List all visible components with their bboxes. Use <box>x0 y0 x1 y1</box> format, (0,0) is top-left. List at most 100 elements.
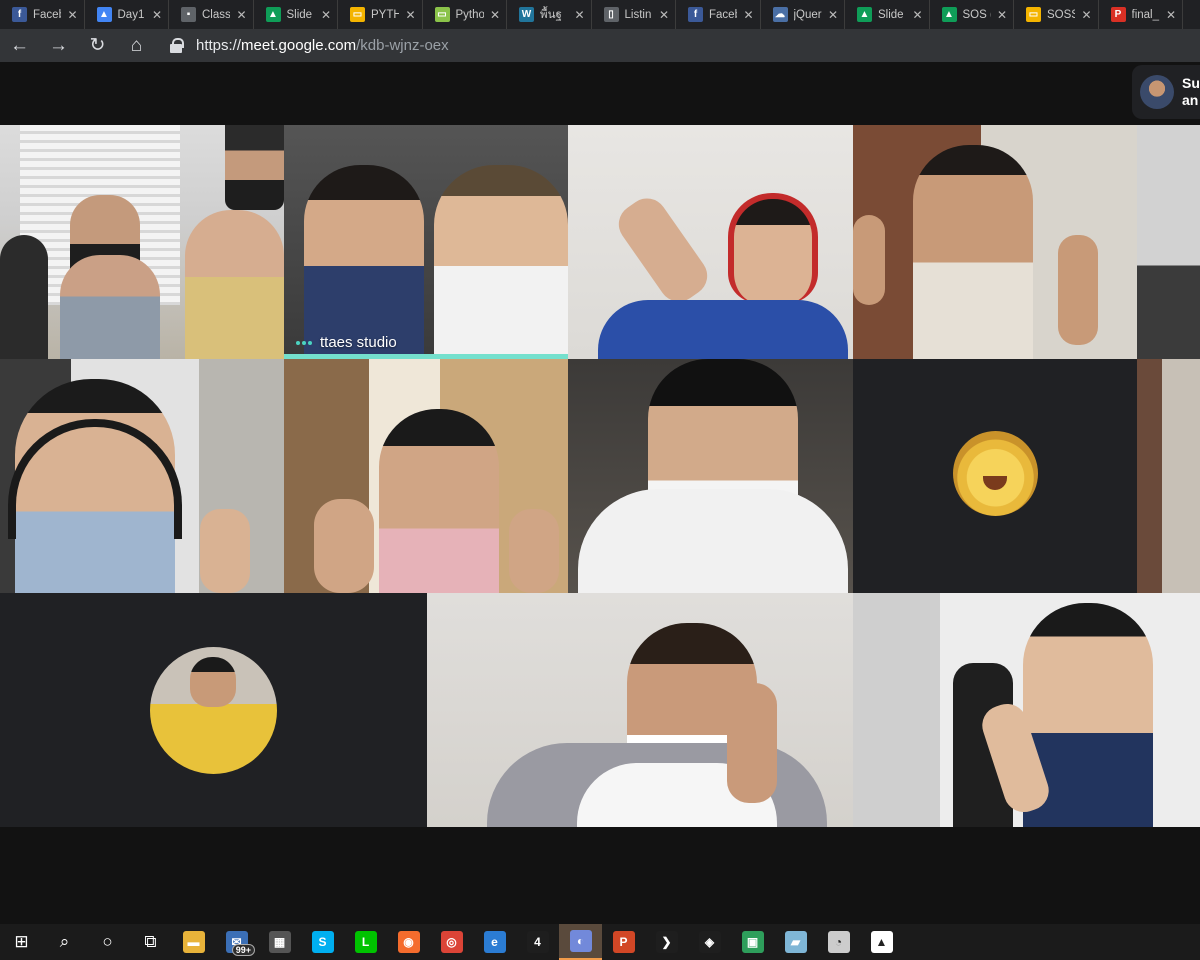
browser-tab[interactable]: ▲ Slide ✕ <box>845 0 930 29</box>
video-tile-3[interactable] <box>568 125 853 359</box>
pdf-icon: P <box>1110 7 1126 22</box>
browser-tab[interactable]: W พื้นฐ ✕ <box>507 0 592 29</box>
taskbar-button[interactable]: ❯ <box>645 924 688 960</box>
browser-tab[interactable]: f Faceb ✕ <box>0 0 85 29</box>
video-tile-7[interactable] <box>284 359 568 593</box>
taskbar-button[interactable]: ⊞ <box>0 924 43 960</box>
facebook-icon: f <box>688 7 703 22</box>
taskbar-button[interactable]: L <box>344 924 387 960</box>
close-tab-icon[interactable]: ✕ <box>1166 8 1176 22</box>
close-tab-icon[interactable]: ✕ <box>743 8 753 22</box>
taskbar-button[interactable]: ▰ <box>774 924 817 960</box>
store-icon: ▦ <box>268 931 291 953</box>
browser-tab[interactable]: ▭ PYTH ✕ <box>338 0 423 29</box>
taskbar-button[interactable]: S <box>301 924 344 960</box>
browser-tab[interactable]: ▲ SOS (✕ <box>930 0 1014 29</box>
tab-title: SOS ( <box>962 8 991 21</box>
cloud-icon: ☁ <box>772 7 788 22</box>
close-tab-icon[interactable]: ✕ <box>574 8 584 22</box>
video-tile-2[interactable]: ttaes studio <box>284 125 568 359</box>
tab-title: Pytho <box>455 8 484 21</box>
video-tile-9-avatar[interactable] <box>853 359 1137 593</box>
taskbar-button[interactable]: ◉ <box>387 924 430 960</box>
participant-figure <box>509 509 559 593</box>
pikachu-face <box>983 476 1007 490</box>
tab-title: Class <box>202 8 231 21</box>
video-tile-1[interactable] <box>0 125 284 359</box>
taskbar-button[interactable]: ⌕ <box>43 924 86 960</box>
taskbar-button[interactable]: P <box>602 924 645 960</box>
video-tile-10-partial[interactable] <box>1137 359 1200 593</box>
close-tab-icon[interactable]: ✕ <box>1081 8 1091 22</box>
address-bar[interactable]: https://meet.google.com/kdb-wjnz-oex <box>196 37 449 54</box>
drive-icon: ▲ <box>265 7 281 22</box>
home-button[interactable]: ⌂ <box>117 29 156 62</box>
taskbar-button[interactable]: e <box>473 924 516 960</box>
url-path: /kdb-wjnz-oex <box>356 37 449 54</box>
browser-tab[interactable]: ☁ jQuer ✕ <box>761 0 845 29</box>
participant-figure <box>0 235 48 359</box>
close-tab-icon[interactable]: ✕ <box>67 8 77 22</box>
browser-tab[interactable]: ▲ Day1 ✕ <box>85 0 169 29</box>
back-arrow-icon: ← <box>10 34 29 56</box>
app-4-icon: 4 <box>526 931 549 953</box>
line-icon: L <box>354 931 377 953</box>
audio-level-icon <box>296 340 312 345</box>
close-tab-icon[interactable]: ✕ <box>490 8 500 22</box>
taskbar-button[interactable]: ○ <box>86 924 129 960</box>
browser-tab[interactable]: ▲ Slide ✕ <box>254 0 338 29</box>
video-tile-5-partial[interactable] <box>1137 125 1200 359</box>
powerpoint-icon: P <box>612 931 635 953</box>
video-tile-11-avatar[interactable] <box>0 593 427 827</box>
forward-button[interactable]: → <box>39 29 78 62</box>
participant-figure <box>913 145 1033 359</box>
participant-name-label: ttaes studio <box>296 334 397 351</box>
search-icon: ⌕ <box>59 932 70 951</box>
taskbar-button[interactable]: ◎ <box>430 924 473 960</box>
taskbar-button[interactable]: ▦ <box>258 924 301 960</box>
presenter-chip[interactable]: Su an <box>1132 65 1200 119</box>
close-tab-icon[interactable]: ✕ <box>405 8 415 22</box>
tab-title: Day1 <box>117 8 145 21</box>
taskbar-button[interactable]: ▣ <box>731 924 774 960</box>
taskbar-button[interactable]: ⧉ <box>129 924 172 960</box>
garena-icon: ◈ <box>698 931 721 953</box>
video-tile-12[interactable] <box>427 593 853 827</box>
taskbar-button[interactable]: ◈ <box>688 924 731 960</box>
browser-tab[interactable]: Pfinal_ ✕ <box>1099 0 1183 29</box>
reload-icon: ↻ <box>89 35 106 56</box>
close-tab-icon[interactable]: ✕ <box>828 8 838 22</box>
browser-tab[interactable]: ▭ SOSS ✕ <box>1014 0 1099 29</box>
close-tab-icon[interactable]: ✕ <box>321 8 331 22</box>
video-tile-4[interactable] <box>853 125 1137 359</box>
skype-icon: S <box>311 931 334 953</box>
video-tile-8[interactable] <box>568 359 853 593</box>
taskbar-button[interactable]: ▬ <box>172 924 215 960</box>
slides-icon: ▭ <box>1026 7 1041 22</box>
taskbar-button[interactable]: ✉ 99+ <box>215 924 258 960</box>
video-tile-13[interactable] <box>853 593 1200 827</box>
taskbar-button[interactable]: ▲ <box>860 924 903 960</box>
reload-button[interactable]: ↻ <box>78 29 117 62</box>
gallery-icon: ▣ <box>741 931 764 953</box>
tab-title: SOSS <box>1047 8 1076 21</box>
browser-tab[interactable]: ▭ Pytho ✕ <box>423 0 507 29</box>
participant-figure <box>379 409 499 593</box>
browser-tab[interactable]: f Faceb ✕ <box>676 0 761 29</box>
taskbar-button[interactable]: ◔ <box>817 924 860 960</box>
notes-icon: ▰ <box>784 931 807 953</box>
lock-icon[interactable] <box>170 38 184 53</box>
taskbar-button[interactable]: ◐ <box>559 924 602 960</box>
browser-tab[interactable]: ▪ Class ✕ <box>169 0 254 29</box>
video-tile-6[interactable] <box>0 359 284 593</box>
close-tab-icon[interactable]: ✕ <box>659 8 669 22</box>
browser-tab[interactable]: ▯ Listin ✕ <box>592 0 676 29</box>
participant-figure <box>190 657 236 707</box>
close-tab-icon[interactable]: ✕ <box>912 8 922 22</box>
participant-figure <box>314 499 374 593</box>
close-tab-icon[interactable]: ✕ <box>997 8 1007 22</box>
back-button[interactable]: ← <box>0 29 39 62</box>
close-tab-icon[interactable]: ✕ <box>236 8 246 22</box>
taskbar-button[interactable]: 4 <box>516 924 559 960</box>
close-tab-icon[interactable]: ✕ <box>152 8 162 22</box>
